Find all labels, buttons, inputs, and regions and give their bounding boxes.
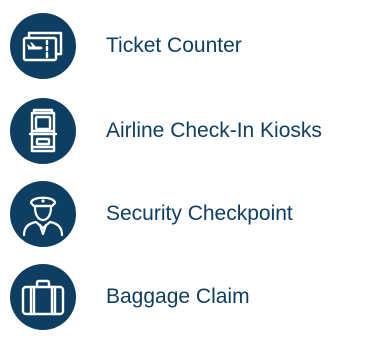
kiosk-icon <box>10 98 76 164</box>
airport-services-list: Ticket Counter Airline Check-In Kiosks S… <box>0 0 367 347</box>
security-officer-icon <box>10 181 76 247</box>
suitcase-icon <box>10 264 76 330</box>
service-label-baggage-claim: Baggage Claim <box>106 285 250 308</box>
service-label-security-checkpoint: Security Checkpoint <box>106 202 293 225</box>
ticket-icon <box>10 13 76 79</box>
service-item-baggage-claim[interactable]: Baggage Claim <box>10 264 367 330</box>
service-item-check-in-kiosks[interactable]: Airline Check-In Kiosks <box>10 98 367 164</box>
service-label-ticket-counter: Ticket Counter <box>106 34 242 57</box>
service-label-check-in-kiosks: Airline Check-In Kiosks <box>106 119 322 142</box>
service-item-ticket-counter[interactable]: Ticket Counter <box>10 13 367 79</box>
service-item-security-checkpoint[interactable]: Security Checkpoint <box>10 181 367 247</box>
